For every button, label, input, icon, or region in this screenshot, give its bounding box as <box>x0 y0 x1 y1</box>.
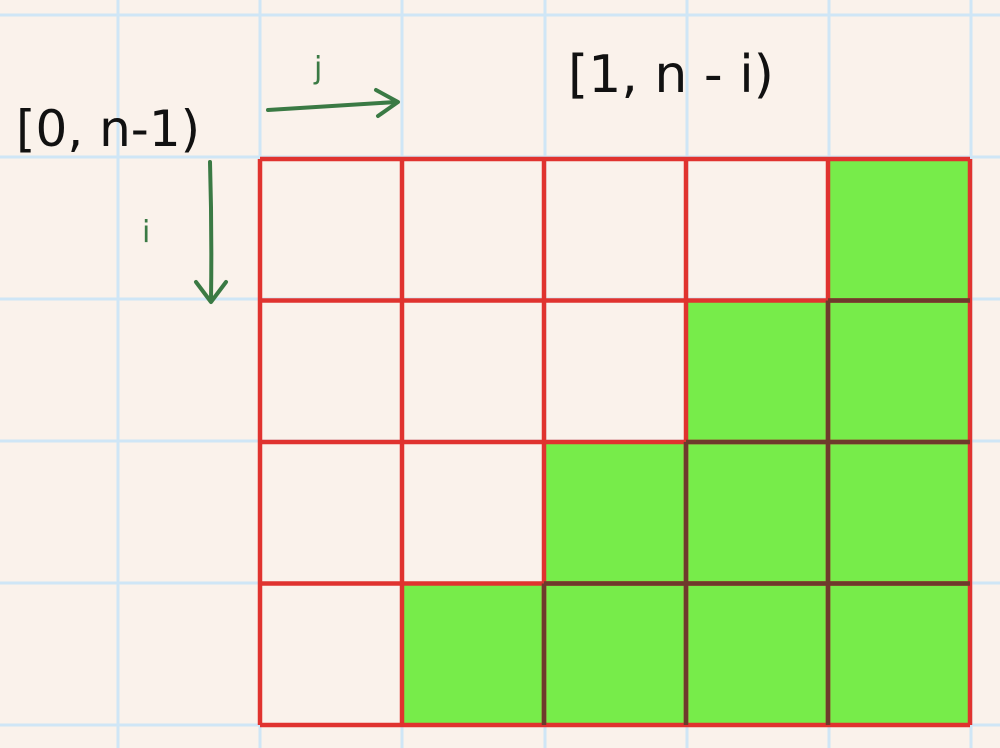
filled-cell <box>686 300 828 442</box>
empty-cell <box>260 301 402 443</box>
diagram-canvas: [0, n-1) [1, n - i) j i <box>0 0 1000 748</box>
empty-cell <box>402 301 544 443</box>
empty-cell <box>544 301 686 443</box>
matrix-diagram: [0, n-1) [1, n - i) j i <box>0 0 1000 748</box>
empty-cell <box>686 159 828 301</box>
filled-cell <box>686 442 828 584</box>
filled-cell <box>828 583 970 725</box>
filled-cell <box>402 583 544 725</box>
filled-cell <box>828 159 970 301</box>
empty-cell <box>402 159 544 301</box>
empty-cell <box>260 584 402 726</box>
row-range-label: [0, n-1) <box>16 100 200 158</box>
filled-cell <box>544 442 686 584</box>
row-index-arrow <box>194 160 228 304</box>
filled-cell <box>828 300 970 442</box>
filled-cell <box>828 442 970 584</box>
col-range-label: [1, n - i) <box>568 45 774 105</box>
empty-cell <box>260 159 402 301</box>
empty-cell <box>260 442 402 584</box>
col-index-label: j <box>313 51 322 86</box>
filled-cell <box>544 583 686 725</box>
row-index-label: i <box>142 215 150 250</box>
empty-cell <box>402 442 544 584</box>
col-index-arrow <box>266 88 400 118</box>
empty-cell <box>544 159 686 301</box>
filled-cell <box>686 583 828 725</box>
